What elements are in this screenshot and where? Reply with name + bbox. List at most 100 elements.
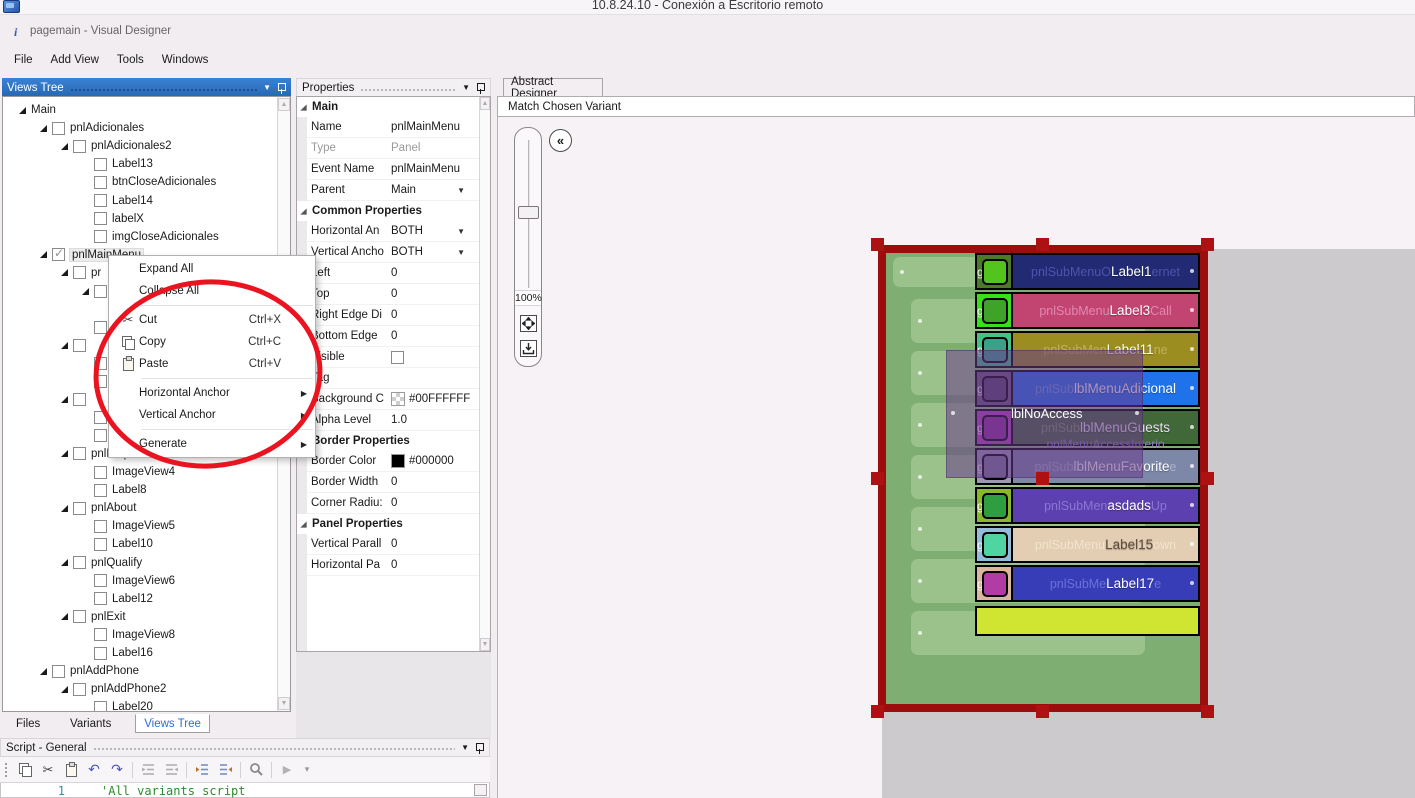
chevron-down-icon[interactable]: ▼ [457,186,465,195]
code-scrollbar-button[interactable] [474,784,487,796]
property-row-vertical-ancho[interactable]: Vertical Ancho BOTH ▼ [307,242,479,263]
expand-triangle-icon[interactable] [300,207,307,215]
tree-item-pnlQualify[interactable]: pnlQualify [3,554,276,572]
indent-icon[interactable] [217,762,233,778]
property-row-tag[interactable]: Tag [307,368,479,389]
script-code-area[interactable]: 1 'All variants script [0,783,490,798]
scroll-up-icon[interactable]: ▲ [278,98,290,111]
tree-checkbox[interactable] [52,121,65,135]
property-value[interactable]: 0 [391,267,479,279]
expand-triangle-icon[interactable] [61,142,68,150]
property-value[interactable]: Panel [391,142,479,154]
scroll-down-icon[interactable]: ▼ [278,697,290,710]
property-row-parent[interactable]: Parent Main ▼ [307,180,479,201]
property-row-alpha-level[interactable]: Alpha Level 1.0 [307,410,479,431]
tree-checkbox[interactable] [94,465,107,479]
context-menu-item-copy[interactable]: Copy Ctrl+C [109,331,315,353]
property-row-type[interactable]: Type Panel [307,138,479,159]
expand-triangle-icon[interactable] [40,667,47,675]
tree-checkbox[interactable] [94,628,107,642]
tab-variants[interactable]: Variants [62,714,119,733]
property-row-horizontal-pa[interactable]: Horizontal Pa 0 [307,555,479,576]
color-swatch[interactable] [391,454,405,468]
property-row-vertical-parall[interactable]: Vertical Parall 0 [307,534,479,555]
context-menu-item-horizontal-anchor[interactable]: Horizontal Anchor ▶ [109,382,315,404]
property-row-left[interactable]: Left 0 [307,263,479,284]
expand-triangle-icon[interactable] [40,251,47,259]
tree-item-pnlAdicionales2[interactable]: pnlAdicionales2 [3,137,276,155]
property-value[interactable]: 0 [391,497,479,509]
tree-checkbox[interactable] [94,157,107,171]
expand-triangle-icon[interactable] [300,103,307,111]
property-row-event-name[interactable]: Event Name pnlMainMenu [307,159,479,180]
tree-item-pnlAddPhone2[interactable]: pnlAddPhone2 [3,680,276,698]
tab-abstract-designer[interactable]: Abstract Designer [503,76,603,100]
tree-checkbox[interactable] [94,284,107,298]
property-value[interactable]: 0 [391,288,479,300]
tree-checkbox[interactable] [94,483,107,497]
tree-checkbox[interactable] [73,610,86,624]
tree-checkbox[interactable] [73,682,86,696]
scroll-up-icon[interactable]: ▲ [480,97,490,110]
tree-item-Label10[interactable]: Label10 [3,535,276,553]
tree-checkbox[interactable] [52,246,65,262]
tree-checkbox[interactable] [73,139,86,153]
expand-triangle-icon[interactable] [82,287,89,295]
property-value[interactable]: 0 [391,559,479,571]
chevron-down-icon[interactable]: ▼ [457,248,465,257]
pin-icon[interactable] [277,82,286,94]
indent-lines-left-icon[interactable] [140,762,156,778]
tree-item-ImageView4[interactable]: ImageView4 [3,463,276,481]
property-value[interactable] [391,350,479,364]
context-menu-item-vertical-anchor[interactable]: Vertical Anchor ▶ [109,404,315,426]
tree-checkbox[interactable] [73,447,86,461]
color-swatch[interactable] [391,392,405,406]
tree-checkbox[interactable] [73,556,86,569]
tree-checkbox[interactable] [94,212,107,226]
tree-checkbox[interactable] [94,375,107,388]
tree-item-Main[interactable]: Main [3,101,276,119]
tree-checkbox[interactable] [73,266,86,280]
expand-triangle-icon[interactable] [61,504,68,512]
menu-tools[interactable]: Tools [117,54,144,66]
tree-item-pnlExit[interactable]: pnlExit [3,608,276,626]
expand-triangle-icon[interactable] [19,106,26,114]
menu-add-view[interactable]: Add View [51,54,99,66]
tree-checkbox[interactable] [94,411,107,425]
tree-checkbox[interactable] [94,429,107,443]
property-row-border-width[interactable]: Border Width 0 [307,472,479,493]
tree-checkbox[interactable] [94,230,107,244]
zoom-slider-handle[interactable] [518,206,539,219]
property-value[interactable]: Main [391,184,479,196]
tree-item-Label14[interactable]: Label14 [3,192,276,210]
tree-item-Label8[interactable]: Label8 [3,481,276,499]
chevron-down-icon[interactable]: ▼ [461,743,469,752]
expand-triangle-icon[interactable] [61,396,68,404]
copy-icon[interactable] [17,762,33,778]
tree-item-pnlAdicionales[interactable]: pnlAdicionales [3,119,276,137]
run-icon[interactable]: ▶ [279,762,295,778]
search-icon[interactable] [248,762,264,778]
tree-checkbox[interactable] [94,537,107,551]
tab-files[interactable]: Files [8,714,48,733]
tree-checkbox[interactable] [73,501,86,515]
chevron-down-icon[interactable]: ▼ [263,83,271,92]
property-row-bottom-edge[interactable]: Bottom Edge 0 [307,326,479,347]
outdent-icon[interactable] [194,762,210,778]
views-tree-header[interactable]: Views Tree ▼ [2,78,291,97]
undo-icon[interactable]: ↶ [86,761,102,778]
property-value[interactable]: 0 [391,476,479,488]
tree-checkbox[interactable] [94,519,107,533]
tree-item-Label16[interactable]: Label16 [3,644,276,662]
import-view-button[interactable] [520,340,537,357]
tree-item-pnlAbout[interactable]: pnlAbout [3,499,276,517]
context-menu-item-collapse-all[interactable]: Collapse All [109,280,315,302]
tab-views-tree[interactable]: Views Tree [135,714,210,733]
tree-checkbox[interactable] [94,700,107,711]
indent-lines-right-icon[interactable] [163,762,179,778]
property-value[interactable]: BOTH [391,246,479,258]
tree-checkbox[interactable] [94,574,107,588]
property-group-common-properties[interactable]: Common Properties [297,201,479,221]
property-row-visible[interactable]: Visible [307,347,479,368]
property-value[interactable]: #00FFFFFF [391,392,479,406]
